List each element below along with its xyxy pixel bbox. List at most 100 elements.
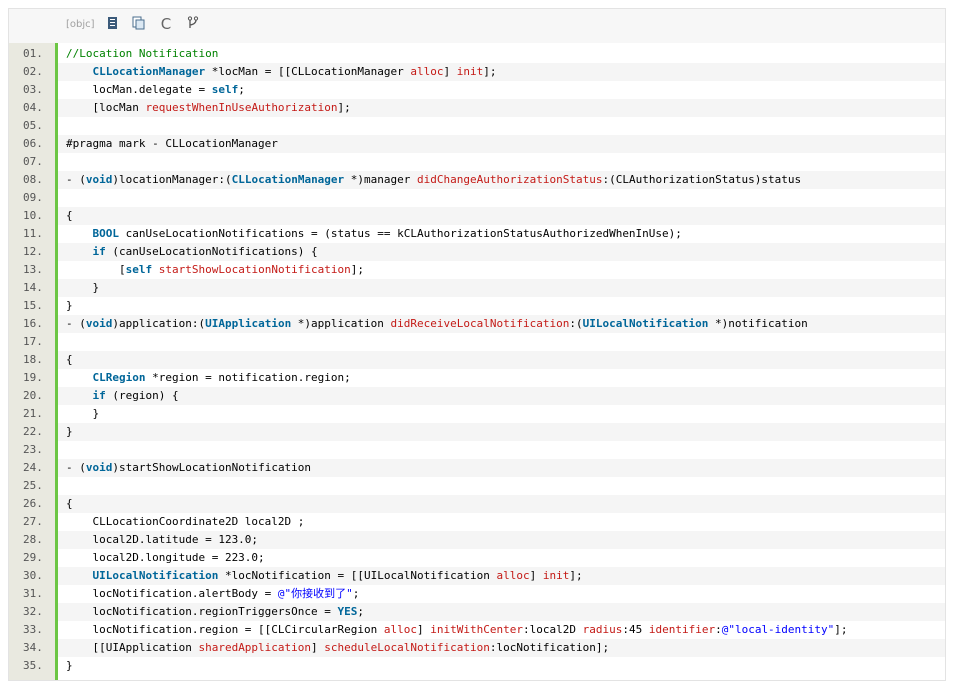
code-text: if (canUseLocationNotifications) { xyxy=(58,243,945,261)
code-token: ] xyxy=(529,569,543,582)
line-number: 33. xyxy=(23,623,43,636)
code-token: (region) { xyxy=(105,389,179,402)
language-label: [objc] xyxy=(66,19,95,30)
code-token: :local2D xyxy=(522,623,583,636)
line-number: 15. xyxy=(23,299,43,312)
code-text: CLRegion *region = notification.region; xyxy=(58,369,945,387)
code-text: if (region) { xyxy=(58,387,945,405)
line-number: 11. xyxy=(23,227,43,240)
code-text: locNotification.regionTriggersOnce = YES… xyxy=(58,603,945,621)
code-text: [[UIApplication sharedApplication] sched… xyxy=(58,639,945,657)
code-line: 08. - (void)locationManager:(CLLocationMa… xyxy=(9,171,945,189)
line-number: 26. xyxy=(23,497,43,510)
code-line: 13. [self startShowLocationNotification]… xyxy=(9,261,945,279)
code-token: - ( xyxy=(66,461,86,474)
code-token: #pragma mark - CLLocationManager xyxy=(66,137,278,150)
code-text: CLLocationCoordinate2D local2D ; xyxy=(58,513,945,531)
code-text: local2D.latitude = 123.0; xyxy=(58,531,945,549)
line-number: 19. xyxy=(23,371,43,384)
line-number: 31. xyxy=(23,587,43,600)
line-number: 22. xyxy=(23,425,43,438)
line-number: 28. xyxy=(23,533,43,546)
view-source-icon[interactable] xyxy=(105,16,121,32)
code-token: YES xyxy=(337,605,358,618)
code-token: requestWhenInUseAuthorization xyxy=(145,101,338,114)
code-token: local2D.longitude = 223.0; xyxy=(66,551,265,564)
code-line: 31. locNotification.alertBody = @"你接收到了"… xyxy=(9,585,945,603)
code-token: alloc xyxy=(383,623,418,636)
code-token: :45 xyxy=(622,623,649,636)
code-line: 27. CLLocationCoordinate2D local2D ; xyxy=(9,513,945,531)
code-token: CLLocationManager xyxy=(92,65,206,78)
code-text: UILocalNotification *locNotification = [… xyxy=(58,567,945,585)
code-text: - (void)application:(UIApplication *)app… xyxy=(58,315,945,333)
code-token: { xyxy=(66,353,73,366)
code-line: 04. [locMan requestWhenInUseAuthorizatio… xyxy=(9,99,945,117)
code-token: @"你接收到了" xyxy=(277,587,353,600)
code-line: 33. locNotification.region = [[CLCircula… xyxy=(9,621,945,639)
line-number: 25. xyxy=(23,479,43,492)
code-token: scheduleLocalNotification xyxy=(324,641,490,654)
code-token: //Location Notification xyxy=(66,47,219,60)
code-line: 20. if (region) { xyxy=(9,387,945,405)
line-number: 03. xyxy=(23,83,43,96)
code-token: )startShowLocationNotification xyxy=(112,461,312,474)
line-number: 18. xyxy=(23,353,43,366)
code-token: didChangeAuthorizationStatus xyxy=(417,173,603,186)
code-token: BOOL xyxy=(92,227,120,240)
code-token: - ( xyxy=(66,173,86,186)
code-token: self xyxy=(211,83,239,96)
code-token: ]; xyxy=(350,263,365,276)
line-number: 35. xyxy=(23,659,43,672)
line-number: 02. xyxy=(23,65,43,78)
code-token: { xyxy=(66,497,73,510)
code-token: UILocalNotification xyxy=(92,569,219,582)
code-token: if xyxy=(92,245,106,258)
code-token: : xyxy=(715,623,722,636)
code-token: } xyxy=(66,281,100,294)
code-line: 17. xyxy=(9,333,945,351)
code-token: [ xyxy=(66,263,126,276)
code-line: 32. locNotification.regionTriggersOnce =… xyxy=(9,603,945,621)
line-number: 05. xyxy=(23,119,43,132)
code-text: } xyxy=(58,657,945,675)
fork-icon[interactable] xyxy=(185,16,201,32)
code-token: locNotification.regionTriggersOnce = xyxy=(66,605,338,618)
code-token: ]; xyxy=(337,101,351,114)
code-token: )locationManager:( xyxy=(112,173,232,186)
code-token: void xyxy=(85,173,113,186)
code-text: { xyxy=(58,351,945,369)
code-line: 21. } xyxy=(9,405,945,423)
line-number: 12. xyxy=(23,245,43,258)
line-number: 34. xyxy=(23,641,43,654)
code-text: } xyxy=(58,423,945,441)
code-icon[interactable]: C xyxy=(158,16,174,32)
copy-icon[interactable] xyxy=(131,16,147,32)
code-token: ] xyxy=(311,641,325,654)
code-token: CLLocationCoordinate2D local2D ; xyxy=(66,515,305,528)
line-number: 23. xyxy=(23,443,43,456)
code-token: locNotification.alertBody = xyxy=(66,587,278,600)
code-text: { xyxy=(58,207,945,225)
code-text: //Location Notification xyxy=(58,45,945,63)
code-line: 14. } xyxy=(9,279,945,297)
code-text: [locMan requestWhenInUseAuthorization]; xyxy=(58,99,945,117)
code-text: { xyxy=(58,495,945,513)
code-text: CLLocationManager *locMan = [[CLLocation… xyxy=(58,63,945,81)
line-number: 30. xyxy=(23,569,43,582)
code-line: 19. CLRegion *region = notification.regi… xyxy=(9,369,945,387)
code-line: 02. CLLocationManager *locMan = [[CLLoca… xyxy=(9,63,945,81)
code-token: locMan.delegate = xyxy=(66,83,212,96)
code-line: 06. #pragma mark - CLLocationManager xyxy=(9,135,945,153)
code-text: #pragma mark - CLLocationManager xyxy=(58,135,945,153)
code-token: UIApplication xyxy=(205,317,292,330)
code-token: @"local-identity" xyxy=(721,623,835,636)
code-text: locNotification.alertBody = @"你接收到了"; xyxy=(58,585,945,603)
